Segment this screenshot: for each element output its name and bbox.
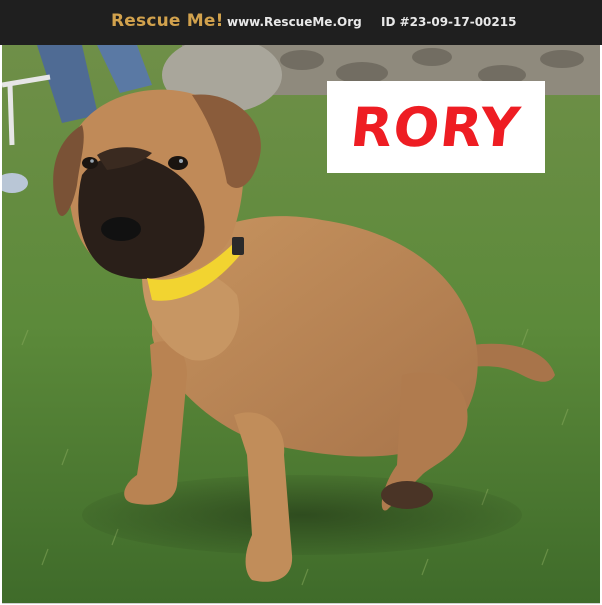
brand-logo[interactable]: Rescue Me! (111, 11, 224, 31)
pet-id-label: ID #23-09-17-00215 (381, 15, 517, 29)
listing-frame: Rescue Me! www.RescueMe.Org ID #23-09-17… (0, 0, 602, 605)
name-card: RORY (327, 81, 545, 173)
dog-photo: RORY (2, 45, 600, 604)
site-url[interactable]: www.RescueMe.Org (227, 15, 362, 29)
pet-name: RORY (348, 95, 524, 159)
header-bar: Rescue Me! www.RescueMe.Org ID #23-09-17… (0, 0, 602, 45)
